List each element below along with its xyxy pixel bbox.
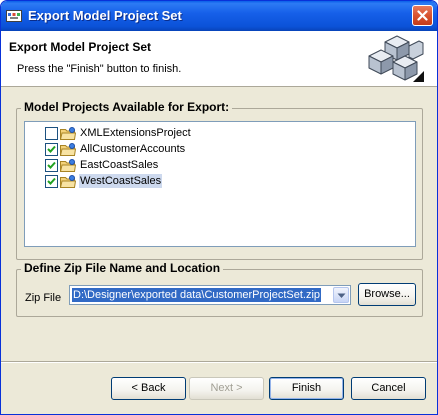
cubes-icon: [368, 35, 424, 82]
wizard-header: Export Model Project Set Press the "Fini…: [1, 31, 437, 87]
checkbox-checked[interactable]: [45, 174, 58, 188]
checkmark-icon: [47, 145, 56, 153]
close-button[interactable]: [412, 5, 433, 26]
browse-button[interactable]: Browse...: [358, 283, 416, 306]
list-item[interactable]: AllCustomerAccounts: [45, 141, 186, 157]
checkmark-icon: [47, 177, 56, 185]
cancel-button[interactable]: Cancel: [351, 377, 426, 400]
list-item[interactable]: EastCoastSales: [45, 157, 159, 173]
chevron-down-icon: [337, 293, 346, 298]
list-item[interactable]: WestCoastSales: [45, 173, 163, 189]
back-button[interactable]: < Back: [111, 377, 186, 400]
finish-button[interactable]: Finish: [269, 377, 344, 400]
project-folder-icon: [60, 126, 76, 140]
checkbox-checked[interactable]: [45, 158, 58, 172]
projects-list[interactable]: XMLExtensionsProject AllCustomerAccounts: [24, 121, 416, 247]
list-item[interactable]: XMLExtensionsProject: [45, 125, 192, 141]
footer-divider: [1, 361, 437, 363]
window-title: Export Model Project Set: [28, 8, 182, 23]
projects-legend: Model Projects Available for Export:: [21, 100, 233, 114]
project-folder-icon: [60, 158, 76, 172]
zip-file-combo[interactable]: D:\Designer\exported data\CustomerProjec…: [69, 285, 351, 305]
list-item-label: AllCustomerAccounts: [80, 143, 186, 155]
list-item-label: XMLExtensionsProject: [80, 127, 191, 139]
next-button[interactable]: Next >: [189, 377, 264, 400]
page-description: Press the "Finish" button to finish.: [17, 63, 182, 75]
checkmark-icon: [47, 161, 56, 169]
list-item-label-selected: WestCoastSales: [79, 174, 163, 188]
checkbox-checked[interactable]: [45, 142, 58, 156]
close-icon: [417, 10, 428, 21]
export-dialog: Export Model Project Set Export Model Pr…: [0, 0, 438, 415]
zip-dropdown-button[interactable]: [333, 287, 349, 303]
zip-file-label: Zip File: [25, 292, 62, 304]
checkbox-unchecked[interactable]: [45, 126, 58, 140]
zip-file-value[interactable]: D:\Designer\exported data\CustomerProjec…: [72, 288, 322, 302]
title-bar[interactable]: Export Model Project Set: [1, 1, 437, 31]
project-folder-icon: [60, 174, 76, 188]
zip-legend: Define Zip File Name and Location: [21, 261, 224, 275]
project-folder-icon: [60, 142, 76, 156]
page-title: Export Model Project Set: [9, 40, 152, 54]
list-item-label: EastCoastSales: [80, 159, 159, 171]
app-icon: [6, 8, 22, 24]
